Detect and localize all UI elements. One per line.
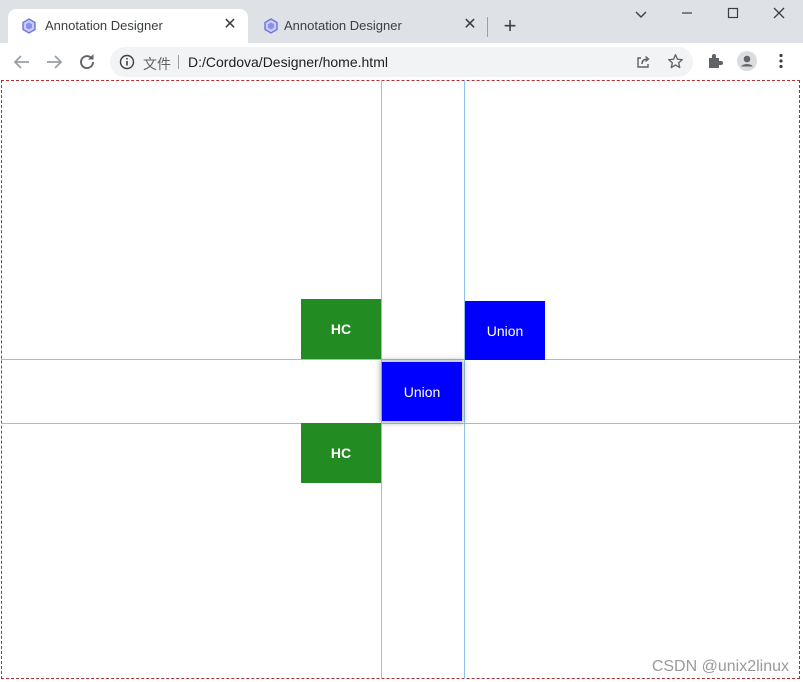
reload-icon[interactable]: [76, 51, 98, 73]
info-icon[interactable]: [119, 54, 135, 70]
minimize-button[interactable]: [677, 6, 697, 24]
address-bar[interactable]: 文件 D:/Cordova/Designer/home.html: [110, 47, 693, 77]
menu-kebab-icon[interactable]: [771, 51, 791, 71]
page-viewport: HC Union Union HC CSDN @unix2linux: [0, 80, 803, 682]
guide-line-horizontal: [1, 423, 800, 424]
profile-icon[interactable]: [737, 51, 757, 71]
guide-line-vertical: [464, 80, 465, 679]
guide-line-horizontal: [1, 359, 800, 360]
browser-toolbar: 文件 D:/Cordova/Designer/home.html: [0, 43, 803, 80]
extensions-icon[interactable]: [705, 51, 725, 71]
tab-annotation-designer-active[interactable]: Annotation Designer ✕: [8, 9, 248, 43]
share-icon[interactable]: [635, 54, 651, 70]
close-tab-icon[interactable]: ✕: [222, 17, 238, 33]
close-window-button[interactable]: [769, 6, 789, 24]
tab-search-dropdown-icon[interactable]: [631, 6, 651, 24]
hc-box[interactable]: HC: [301, 423, 381, 483]
tab-strip: Annotation Designer ✕ Annotation Designe…: [0, 0, 803, 43]
maximize-button[interactable]: [723, 6, 743, 24]
scheme-divider: [178, 55, 179, 69]
tab-annotation-designer[interactable]: Annotation Designer ✕: [250, 9, 488, 43]
url-text[interactable]: D:/Cordova/Designer/home.html: [188, 54, 388, 70]
tab-separator: [487, 17, 488, 37]
watermark-text: CSDN @unix2linux: [651, 658, 789, 675]
scheme-label: 文件: [143, 56, 171, 72]
back-arrow-icon[interactable]: [11, 51, 33, 73]
favicon-hexagon-icon: [264, 18, 278, 34]
tab-title: Annotation Designer: [45, 18, 163, 33]
new-tab-button[interactable]: +: [499, 15, 521, 37]
tab-title: Annotation Designer: [284, 18, 402, 33]
hc-box[interactable]: HC: [301, 299, 381, 359]
favicon-hexagon-icon: [22, 18, 36, 34]
union-box-selected[interactable]: Union: [382, 362, 462, 421]
close-tab-icon[interactable]: ✕: [462, 17, 478, 33]
union-box[interactable]: Union: [465, 301, 545, 360]
forward-arrow-icon[interactable]: [43, 51, 65, 73]
star-icon[interactable]: [667, 53, 684, 70]
